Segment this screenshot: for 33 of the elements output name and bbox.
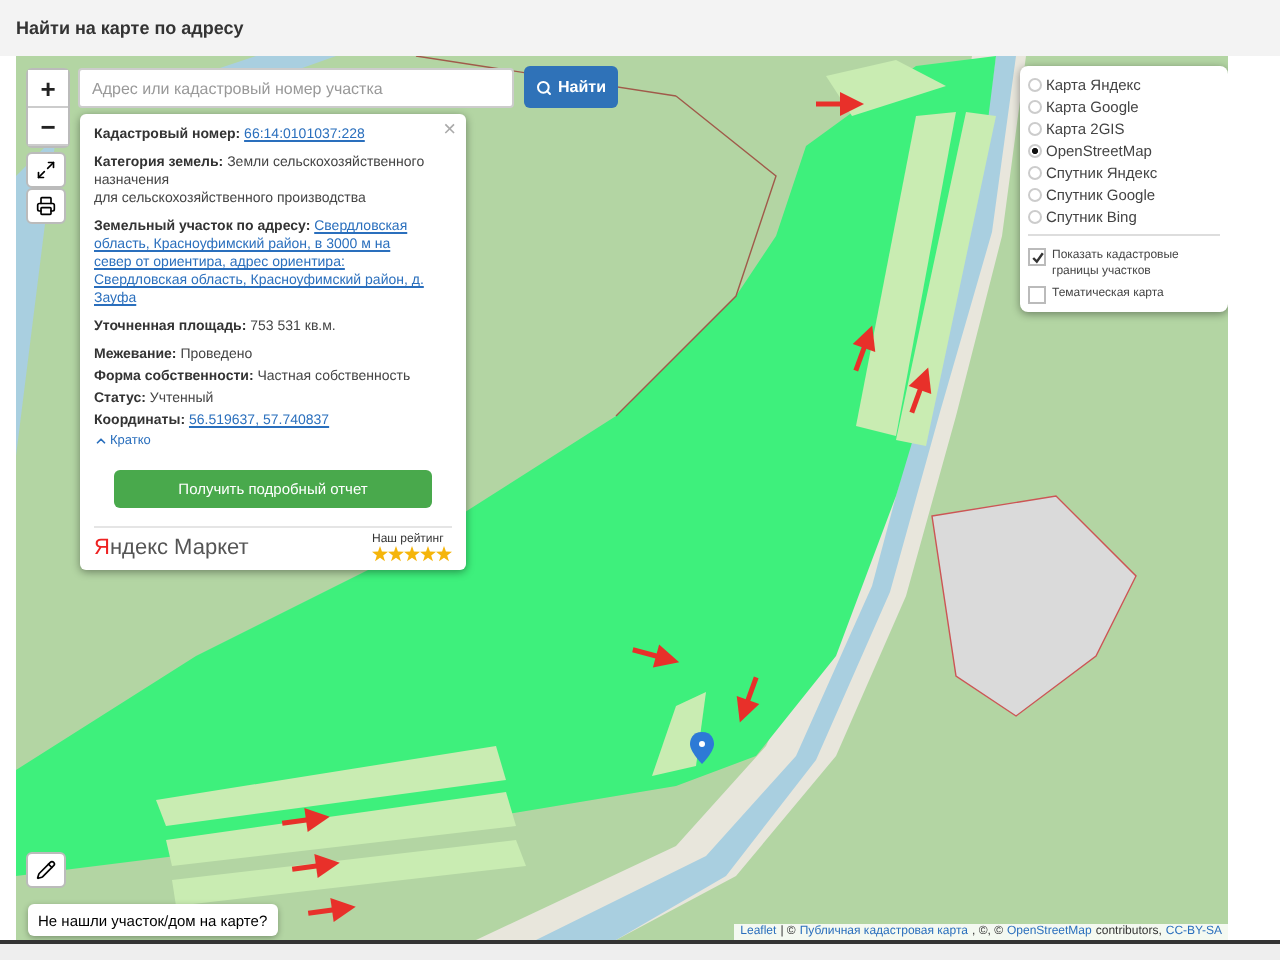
radio-button[interactable] [1028, 143, 1042, 157]
arrow-icon [291, 854, 340, 878]
arrow-icon [908, 367, 932, 414]
find-button[interactable]: Найти [524, 66, 618, 108]
radio-button[interactable] [1028, 99, 1042, 113]
search-field[interactable]: Адрес или кадастровый номер участка [78, 68, 514, 108]
radio-button[interactable] [1028, 209, 1042, 223]
arrow-icon [632, 644, 680, 668]
arrow-icon [307, 898, 356, 922]
search-icon [536, 79, 552, 95]
caret-icon [94, 434, 108, 448]
checkbox[interactable] [1028, 286, 1046, 304]
radio-button[interactable] [1028, 121, 1042, 135]
check-icon [1031, 251, 1043, 263]
checkbox[interactable] [1028, 248, 1046, 266]
print-icon [36, 196, 56, 216]
page-title: Найти на карте по адресу [16, 18, 244, 38]
map-pin-icon [690, 732, 714, 764]
arrow-icon [816, 92, 864, 116]
print-button[interactable] [26, 188, 66, 224]
draw-button[interactable] [26, 852, 66, 888]
radio-button[interactable] [1028, 165, 1042, 179]
arrow-icon [852, 325, 876, 372]
fullscreen-icon [36, 160, 56, 180]
fullscreen-button[interactable] [26, 152, 66, 188]
brand-logo: Яндекс Маркет [94, 536, 249, 560]
arrow-icon [736, 676, 760, 723]
pencil-icon [36, 860, 56, 880]
radio-button[interactable] [1028, 77, 1042, 91]
arrow-icon [281, 808, 330, 832]
land-parcel [652, 692, 706, 776]
radio-button[interactable] [1028, 187, 1042, 201]
zoom-button[interactable]: + [28, 70, 68, 108]
